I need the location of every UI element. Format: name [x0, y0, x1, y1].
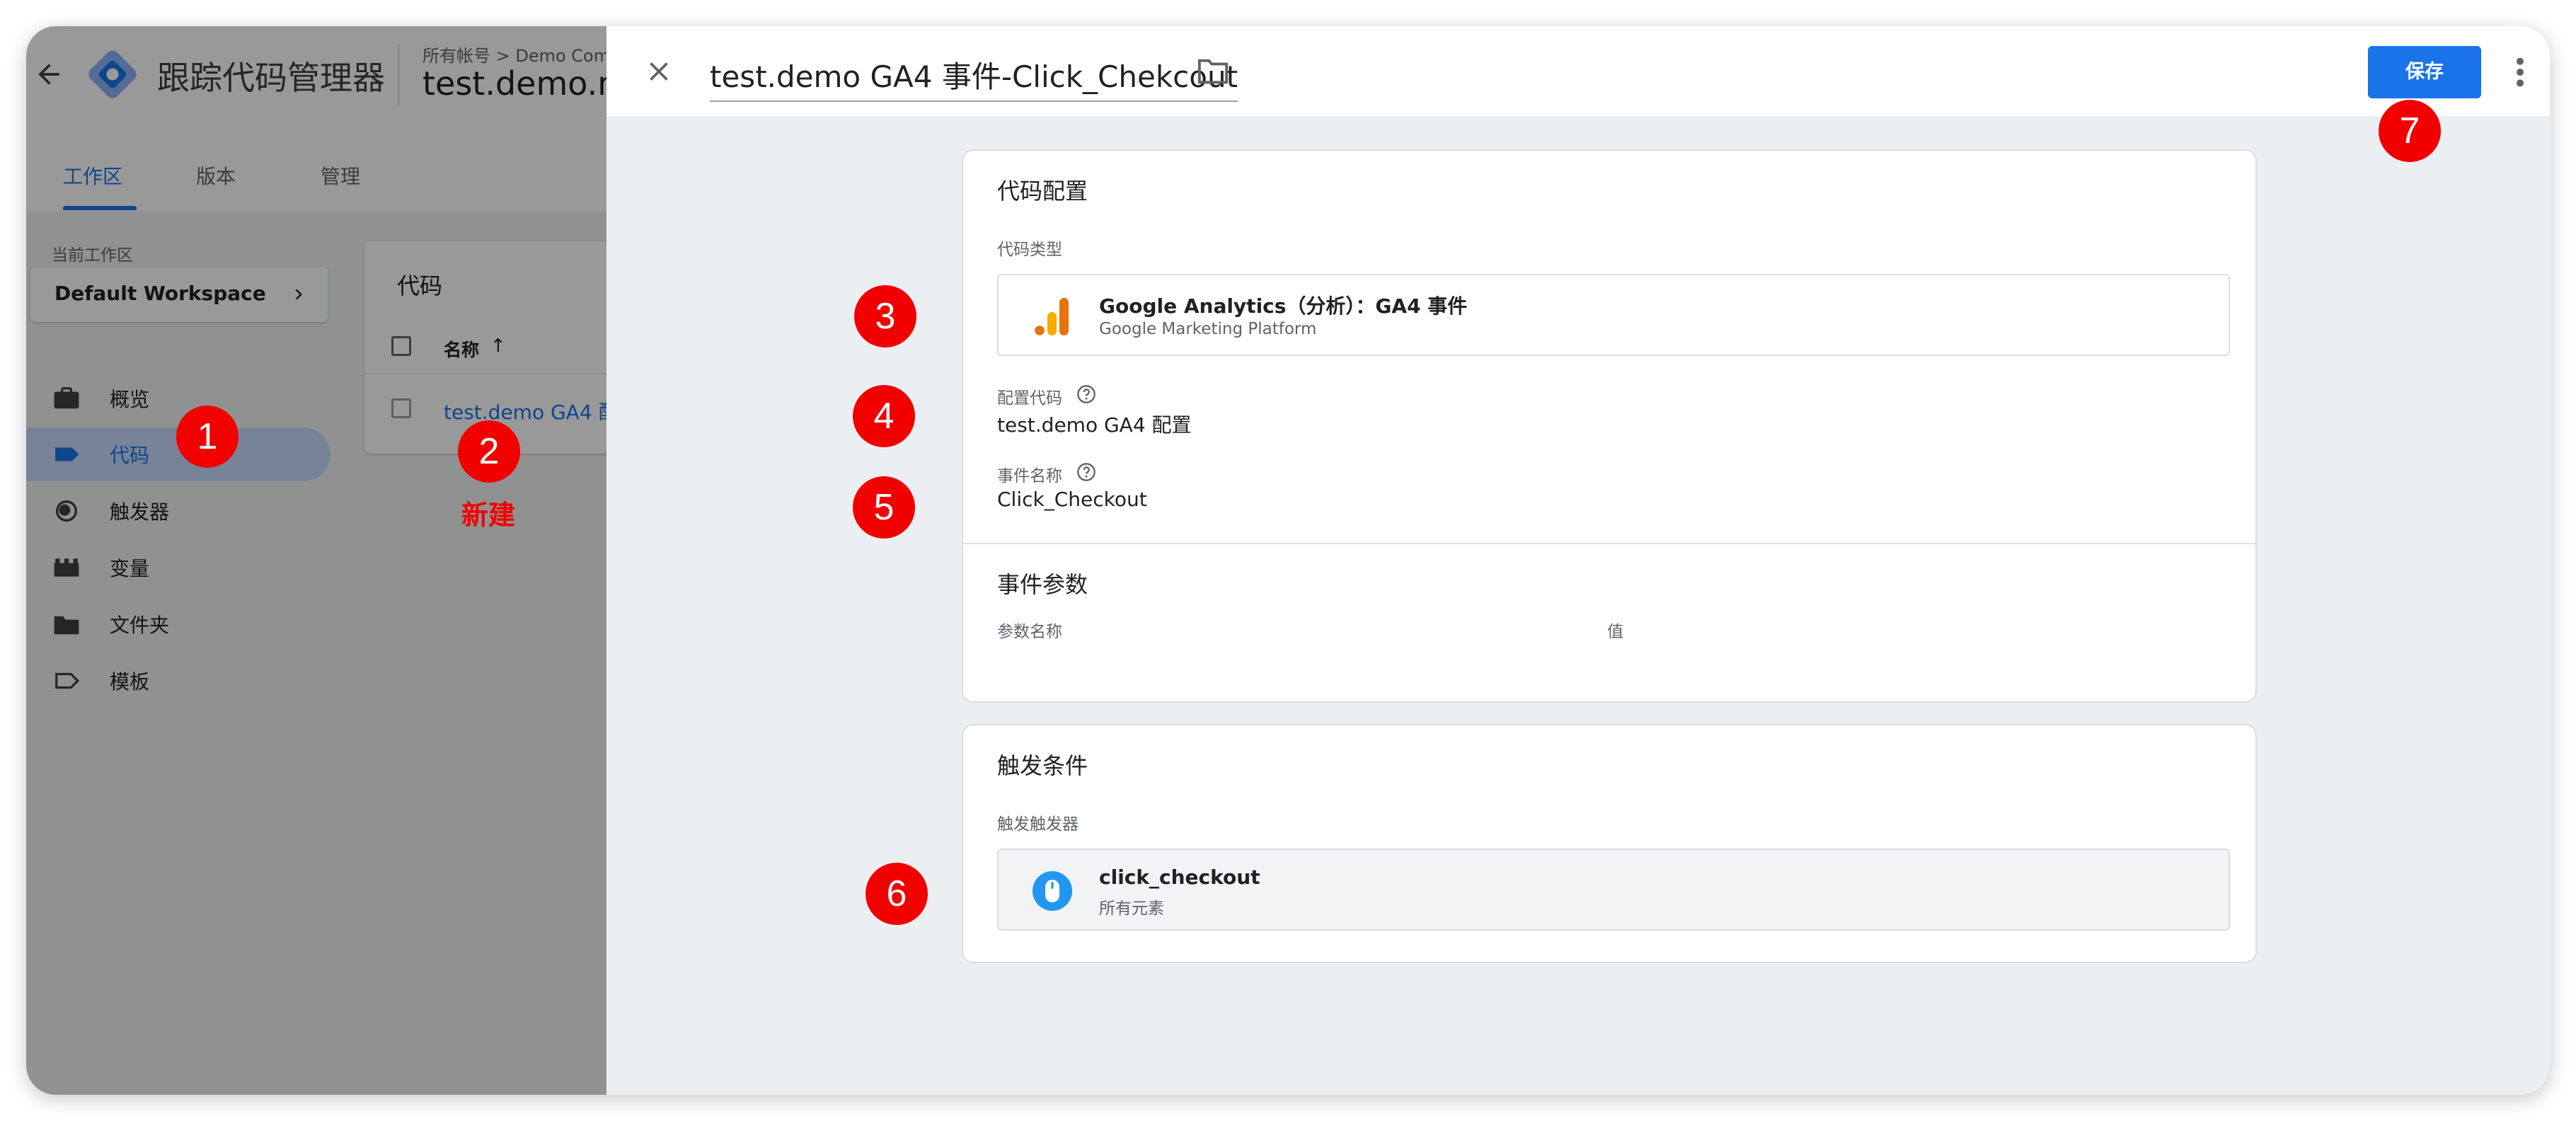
tag-name-input[interactable]: test.demo GA4 事件-Click_Chekcout	[710, 53, 1238, 102]
section-divider	[963, 543, 2255, 544]
tag-editor-header: test.demo GA4 事件-Click_Chekcout 保存	[606, 26, 2550, 117]
help-icon[interactable]	[1076, 462, 1096, 482]
annotation-marker-3: 3	[854, 285, 916, 347]
event-parameters-title: 事件参数	[997, 571, 1088, 598]
tag-type-name: Google Analytics（分析）：GA4 事件	[1099, 294, 1468, 318]
tag-configuration-card: 代码配置 代码类型 Google Analytics（分析）：GA4 事件 Go…	[962, 149, 2257, 703]
help-icon[interactable]	[1076, 384, 1096, 404]
annotation-marker-2: 2	[458, 420, 520, 483]
firing-triggers-label: 触发触发器	[997, 815, 1079, 834]
tag-type-label: 代码类型	[997, 241, 1062, 259]
annotation-marker-4: 4	[853, 385, 915, 447]
trigger-item-click-checkout[interactable]: click_checkout 所有元素	[997, 849, 2230, 931]
annotation-marker-6: 6	[866, 863, 928, 925]
tag-type-selector[interactable]: Google Analytics（分析）：GA4 事件 Google Marke…	[997, 274, 2230, 356]
configuration-tag-label: 配置代码	[997, 389, 1062, 408]
folder-outline-icon[interactable]	[1197, 57, 1229, 86]
trigger-description: 所有元素	[1099, 899, 1164, 918]
parameter-value-header: 值	[1607, 623, 1623, 641]
tag-editor-panel: test.demo GA4 事件-Click_Chekcout 保存 代码配置 …	[606, 26, 2550, 1095]
annotation-marker-7: 7	[2379, 100, 2441, 162]
configuration-tag-value[interactable]: test.demo GA4 配置	[997, 410, 1192, 438]
triggering-card: 触发条件 触发触发器 click_checkout 所有元素	[962, 724, 2257, 963]
window-frame: 跟踪代码管理器 所有帐号 > Demo Comp test.demo.m 工作区…	[26, 26, 2550, 1095]
trigger-name: click_checkout	[1099, 866, 1260, 889]
event-name-value[interactable]: Click_Checkout	[997, 488, 1147, 511]
event-name-label: 事件名称	[997, 467, 1062, 485]
save-button[interactable]: 保存	[2368, 46, 2481, 98]
triggering-title: 触发条件	[997, 752, 1088, 779]
annotation-marker-1: 1	[176, 406, 238, 468]
parameter-name-header: 参数名称	[997, 623, 1062, 641]
more-vert-icon[interactable]	[2513, 56, 2527, 88]
close-icon[interactable]	[643, 56, 674, 87]
tag-configuration-title: 代码配置	[997, 178, 1088, 205]
tag-type-vendor: Google Marketing Platform	[1099, 320, 1317, 338]
annotation-new-label: 新建	[461, 500, 516, 531]
click-trigger-icon	[1033, 871, 1072, 911]
annotation-marker-5: 5	[853, 476, 915, 539]
google-analytics-icon	[1035, 298, 1069, 335]
